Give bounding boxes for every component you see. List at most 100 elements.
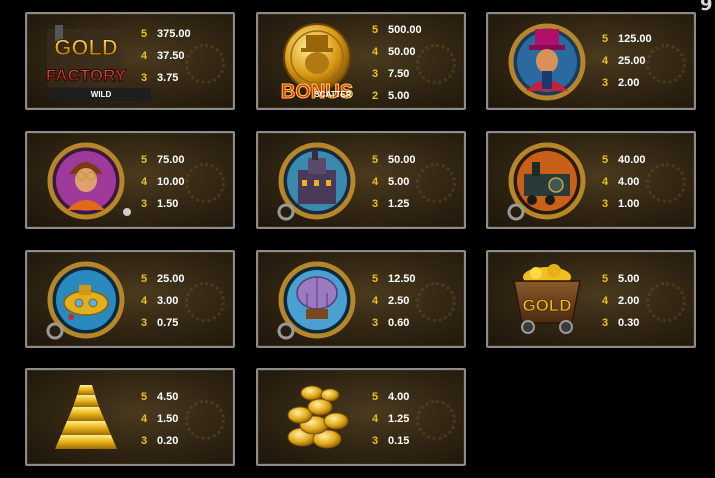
- gold-coin-pile-icon: [287, 385, 349, 449]
- gold-mine-cart-icon: GOLD: [513, 264, 581, 334]
- submarine-icon: [46, 261, 125, 340]
- payout-row: 5 5.00: [602, 268, 639, 290]
- payout-row: 4 25.00: [602, 50, 652, 72]
- paytable-card-train: 5 40.00 4 4.00 3 1.00: [486, 131, 696, 229]
- payout-value: 1.25: [388, 413, 410, 425]
- payout-value: 2.00: [618, 77, 640, 89]
- payout-value: 12.50: [388, 273, 416, 285]
- payout-list: 5 25.00 4 3.00 3 0.75: [141, 268, 185, 334]
- payout-row: 3 0.75: [141, 312, 185, 334]
- payout-count: 4: [602, 55, 609, 67]
- payout-row: 3 2.00: [602, 72, 652, 94]
- payout-list: 5 75.00 4 10.00 3 1.50: [141, 149, 185, 215]
- payout-list: 5 500.00 4 50.00 3 7.50 2 5.00: [372, 19, 422, 107]
- paytable-card-gold-coins: 5 4.00 4 1.25 3 0.15: [256, 368, 466, 466]
- payout-row: 5 4.50: [141, 386, 178, 408]
- payout-value: 10.00: [157, 176, 185, 188]
- payout-count: 3: [141, 435, 148, 447]
- payout-value: 0.60: [388, 317, 410, 329]
- payout-value: 40.00: [618, 154, 646, 166]
- payout-row: 5 12.50: [372, 268, 416, 290]
- payout-count: 4: [602, 176, 609, 188]
- background-gear-icon: [646, 282, 686, 322]
- payout-row: 5 75.00: [141, 149, 185, 171]
- payout-count: 3: [372, 435, 379, 447]
- payout-row: 3 1.25: [372, 193, 416, 215]
- payout-value: 0.15: [388, 435, 410, 447]
- payout-value: 5.00: [618, 273, 640, 285]
- payout-row: 3 0.60: [372, 312, 416, 334]
- background-gear-icon: [416, 163, 456, 203]
- payout-count: 4: [372, 176, 379, 188]
- payout-count: 3: [372, 198, 379, 210]
- payout-count: 5: [602, 154, 609, 166]
- payout-row: 4 50.00: [372, 41, 422, 63]
- corner-glyph: 9: [700, 0, 713, 15]
- payout-count: 3: [141, 317, 148, 329]
- background-gear-icon: [646, 44, 686, 84]
- payout-count: 5: [141, 391, 148, 403]
- background-gear-icon: [416, 44, 456, 84]
- payout-count: 4: [372, 46, 379, 58]
- payout-row: 4 5.00: [372, 171, 416, 193]
- payout-value: 0.30: [618, 317, 640, 329]
- payout-count: 5: [372, 391, 379, 403]
- payout-row: 4 4.00: [602, 171, 646, 193]
- payout-value: 500.00: [388, 24, 422, 36]
- background-gear-icon: [185, 163, 225, 203]
- payout-count: 3: [602, 317, 609, 329]
- scatter-tag: SCATTER: [314, 90, 352, 99]
- payout-value: 4.50: [157, 391, 179, 403]
- payout-value: 1.00: [618, 198, 640, 210]
- payout-count: 3: [602, 77, 609, 89]
- payout-count: 4: [602, 295, 609, 307]
- payout-count: 5: [372, 24, 379, 36]
- payout-count: 5: [141, 273, 148, 285]
- payout-value: 7.50: [388, 68, 410, 80]
- payout-value: 2.00: [618, 295, 640, 307]
- paytable-card-factory: 5 50.00 4 5.00 3 1.25: [256, 131, 466, 229]
- payout-row: 4 37.50: [141, 45, 191, 67]
- payout-value: 1.50: [157, 198, 179, 210]
- payout-value: 5.00: [388, 176, 410, 188]
- background-gear-icon: [185, 400, 225, 440]
- payout-count: 5: [372, 154, 379, 166]
- payout-row: 4 2.00: [602, 290, 639, 312]
- paytable-card-submarine: 5 25.00 4 3.00 3 0.75: [25, 250, 235, 348]
- gold-bar-stack-icon: [55, 385, 117, 449]
- steam-train-icon: [507, 142, 586, 221]
- payout-count: 4: [141, 295, 148, 307]
- payout-row: 5 4.00: [372, 386, 409, 408]
- payout-count: 4: [141, 50, 148, 62]
- payout-row: 5 500.00: [372, 19, 422, 41]
- background-gear-icon: [185, 44, 225, 84]
- payout-row: 5 375.00: [141, 23, 191, 45]
- payout-count: 3: [372, 317, 379, 329]
- payout-list: 5 125.00 4 25.00 3 2.00: [602, 28, 652, 94]
- ringmaster-portrait-icon: [508, 23, 586, 101]
- payout-value: 1.25: [388, 198, 410, 210]
- payout-row: 3 7.50: [372, 63, 422, 85]
- background-gear-icon: [416, 282, 456, 322]
- payout-value: 125.00: [618, 33, 652, 45]
- payout-count: 3: [141, 72, 148, 84]
- payout-row: 3 1.50: [141, 193, 185, 215]
- gold-cart-label: GOLD: [522, 296, 571, 315]
- payout-row: 4 1.50: [141, 408, 178, 430]
- payout-value: 4.00: [618, 176, 640, 188]
- payout-row: 4 2.50: [372, 290, 416, 312]
- payout-count: 2: [372, 90, 379, 102]
- payout-row: 4 1.25: [372, 408, 409, 430]
- payout-count: 5: [372, 273, 379, 285]
- svg-text:FACTORY: FACTORY: [46, 66, 127, 85]
- wild-tag: WILD: [51, 88, 151, 101]
- paytable-card-gold-bars: 5 4.50 4 1.50 3 0.20: [25, 368, 235, 466]
- payout-value: 0.20: [157, 435, 179, 447]
- payout-row: 2 5.00: [372, 85, 422, 107]
- payout-row: 5 40.00: [602, 149, 646, 171]
- background-gear-icon: [185, 282, 225, 322]
- payout-value: 50.00: [388, 46, 416, 58]
- payout-row: 5 125.00: [602, 28, 652, 50]
- background-gear-icon: [646, 163, 686, 203]
- payout-value: 375.00: [157, 28, 191, 40]
